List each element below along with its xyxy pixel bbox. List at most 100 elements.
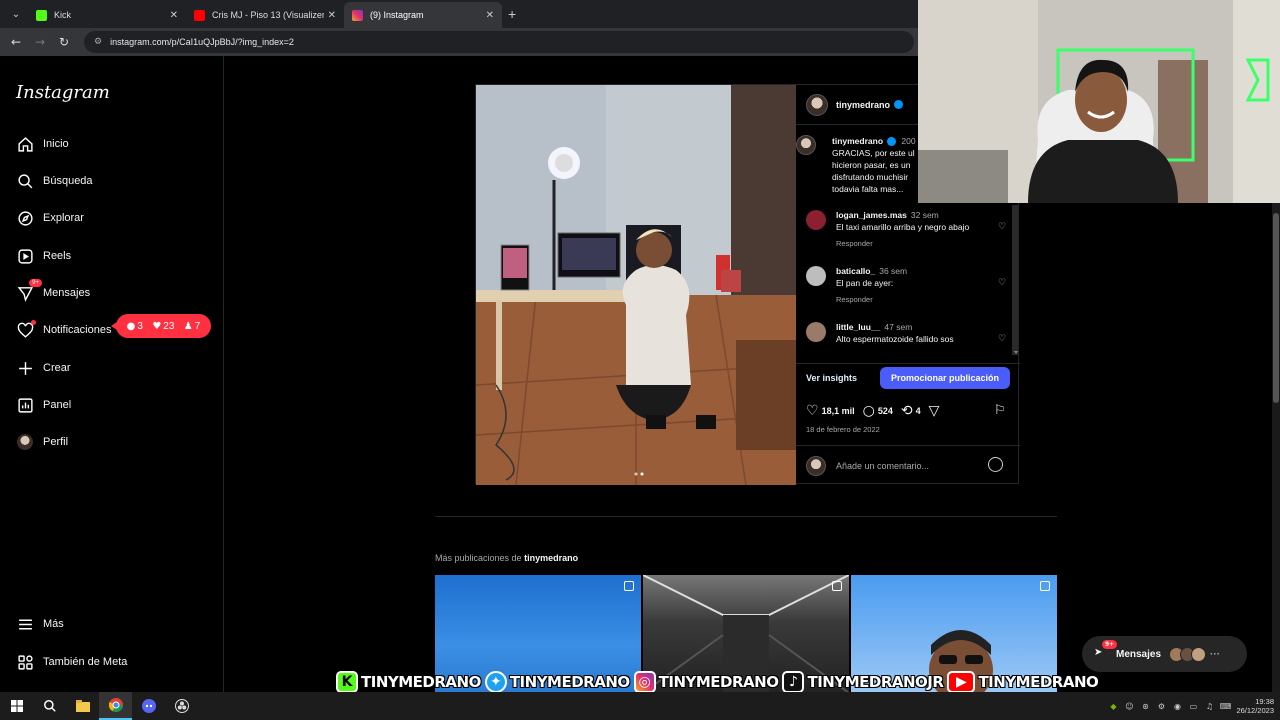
like-icon[interactable]: ♡ (806, 403, 819, 419)
more-posts-heading: Más publicaciones de tinymedrano (435, 553, 578, 563)
avatar[interactable] (806, 266, 826, 286)
close-icon[interactable]: ✕ (328, 10, 336, 21)
sidebar-item-mas[interactable]: Más (16, 612, 64, 636)
scrollbar-thumb[interactable] (1273, 213, 1279, 403)
comment-count-value: 3 (137, 320, 143, 332)
close-icon[interactable]: ✕ (486, 10, 494, 21)
share-icon[interactable]: ▽ (929, 403, 940, 419)
sidebar-item-label: Explorar (43, 212, 84, 224)
like-comment-icon[interactable]: ♡ (998, 222, 1006, 232)
url-text: instagram.com/p/CaI1uQJpBbJ/?img_index=2 (110, 37, 294, 47)
sidebar-item-reels[interactable]: Reels (16, 244, 71, 268)
more-posts-prefix: Más publicaciones de (435, 553, 522, 563)
new-tab-icon[interactable]: + (508, 6, 516, 22)
discord-icon[interactable] (132, 692, 165, 720)
volume-icon[interactable]: ♫ (1204, 701, 1214, 711)
sidebar-item-notificaciones[interactable]: Notificaciones (16, 318, 111, 342)
instagram-handle: ◎ TINYMEDRANO (633, 670, 780, 694)
forward-icon[interactable]: → (28, 35, 52, 49)
clock-time: 19:38 (1255, 697, 1274, 706)
social-handle: TINYMEDRANO (978, 672, 1100, 692)
messages-label: Mensajes (1116, 648, 1162, 660)
like-comment-icon[interactable]: ♡ (998, 278, 1006, 288)
emoji-icon[interactable] (988, 457, 1003, 472)
avatar[interactable] (796, 135, 816, 155)
follow-count-value: 7 (194, 320, 201, 332)
caption-line: disfrutando muchisir (832, 172, 909, 182)
network-icon[interactable]: ▭ (1188, 701, 1198, 711)
chrome-icon[interactable] (99, 692, 132, 720)
comment-username[interactable]: logan_james.mas 32 sem (836, 210, 939, 220)
file-explorer-icon[interactable] (66, 692, 99, 720)
tab-kick[interactable]: Kick ✕ (28, 2, 186, 28)
post-actions: ♡ 18,1 mil ○ 524 ⟲ 4 ▽ (806, 403, 942, 419)
add-comment-input[interactable]: Añade un comentario... (836, 461, 929, 471)
sidebar: Instagram Inicio Búsqueda Explorar Reels… (0, 56, 224, 692)
reply-button[interactable]: Responder (836, 239, 873, 248)
like-comment-icon[interactable]: ♡ (998, 334, 1006, 344)
repost-icon[interactable]: ⟲ (901, 403, 913, 419)
instagram-icon: ◎ (633, 671, 656, 693)
reply-button[interactable]: Responder (836, 295, 873, 304)
view-insights-link[interactable]: Ver insights (806, 373, 857, 383)
page-scrollbar[interactable] (1272, 203, 1280, 692)
add-comment-bar: Añade un comentario... (796, 445, 1020, 485)
reload-icon[interactable]: ↻ (52, 35, 76, 49)
steam-icon[interactable]: ⊛ (1140, 701, 1150, 711)
settings-icon[interactable]: ⚙ (1156, 701, 1166, 711)
avatar (1191, 646, 1207, 662)
sidebar-item-perfil[interactable]: Perfil (16, 430, 68, 454)
bookmark-icon[interactable]: ⚐ (994, 403, 1006, 418)
meta-icon (16, 653, 34, 671)
close-icon[interactable]: ✕ (170, 10, 178, 21)
post-username[interactable]: tinymedrano (836, 100, 890, 110)
comment-user-text: little_luu__ (836, 322, 881, 332)
clock[interactable]: 19:38 26/12/2023 (1236, 697, 1274, 715)
notifications-summary-pill[interactable]: ● 3 ♥ 23 ♟ 7 (111, 314, 211, 338)
comment-item: little_luu__ 47 sem Alto espermatozoide f… (806, 322, 1006, 356)
comment-username[interactable]: baticallo_ 36 sem (836, 266, 907, 276)
comment-username[interactable]: little_luu__ 47 sem (836, 322, 912, 332)
like-count: ♥ 23 (152, 321, 174, 332)
language-icon[interactable]: ⌨ (1220, 701, 1232, 711)
discord-tray-icon[interactable]: ☺ (1124, 701, 1134, 711)
comments-scrollbar[interactable] (1012, 205, 1018, 355)
tab-youtube[interactable]: Cris MJ - Piso 13 (Visualizer) - Y ✕ (186, 2, 344, 28)
verified-icon (887, 137, 897, 147)
caption-username[interactable]: tinymedrano (832, 136, 883, 146)
search-icon[interactable] (33, 692, 66, 720)
nvidia-icon[interactable]: ◆ (1108, 701, 1118, 711)
avatar[interactable] (806, 210, 826, 230)
likes-count[interactable]: 18,1 mil (822, 406, 855, 416)
windows-start-icon[interactable] (0, 692, 33, 720)
messages-badge: 9+ (29, 279, 42, 287)
comment-text: El pan de ayer: (836, 278, 894, 288)
promote-button[interactable]: Promocionar publicación (879, 366, 1010, 389)
sidebar-item-inicio[interactable]: Inicio (16, 132, 69, 156)
avatar[interactable] (806, 322, 826, 342)
post-photo-illustration (476, 85, 796, 485)
sidebar-item-busqueda[interactable]: Búsqueda (16, 169, 93, 193)
comment-icon[interactable]: ○ (863, 403, 875, 419)
sidebar-item-panel[interactable]: Panel (16, 393, 71, 417)
back-icon[interactable]: ← (4, 35, 28, 49)
sidebar-item-explorar[interactable]: Explorar (16, 206, 84, 230)
more-posts-user[interactable]: tinymedrano (524, 553, 578, 563)
app-icon[interactable]: ◉ (1172, 701, 1182, 711)
obs-icon[interactable] (165, 692, 198, 720)
tab-search-icon[interactable]: ⌄ (4, 4, 28, 24)
verified-icon (894, 100, 904, 109)
site-info-icon[interactable]: ⚙ (94, 37, 102, 47)
sidebar-item-crear[interactable]: Crear (16, 356, 71, 380)
avatar[interactable] (806, 93, 828, 116)
social-handle: TINYMEDRANO (658, 672, 780, 692)
post-image[interactable] (476, 85, 796, 485)
messages-floating-button[interactable]: ➤ 9+ Mensajes ··· (1082, 636, 1247, 672)
sidebar-item-mensajes[interactable]: 9+ Mensajes (16, 279, 90, 305)
sidebar-item-label: También de Meta (43, 656, 128, 668)
compass-icon (16, 209, 34, 227)
tab-instagram[interactable]: (9) Instagram ✕ (344, 2, 502, 28)
instagram-logo[interactable]: Instagram (16, 82, 110, 103)
sidebar-item-meta[interactable]: También de Meta (16, 650, 127, 674)
url-input[interactable]: ⚙ instagram.com/p/CaI1uQJpBbJ/?img_index… (84, 31, 914, 53)
